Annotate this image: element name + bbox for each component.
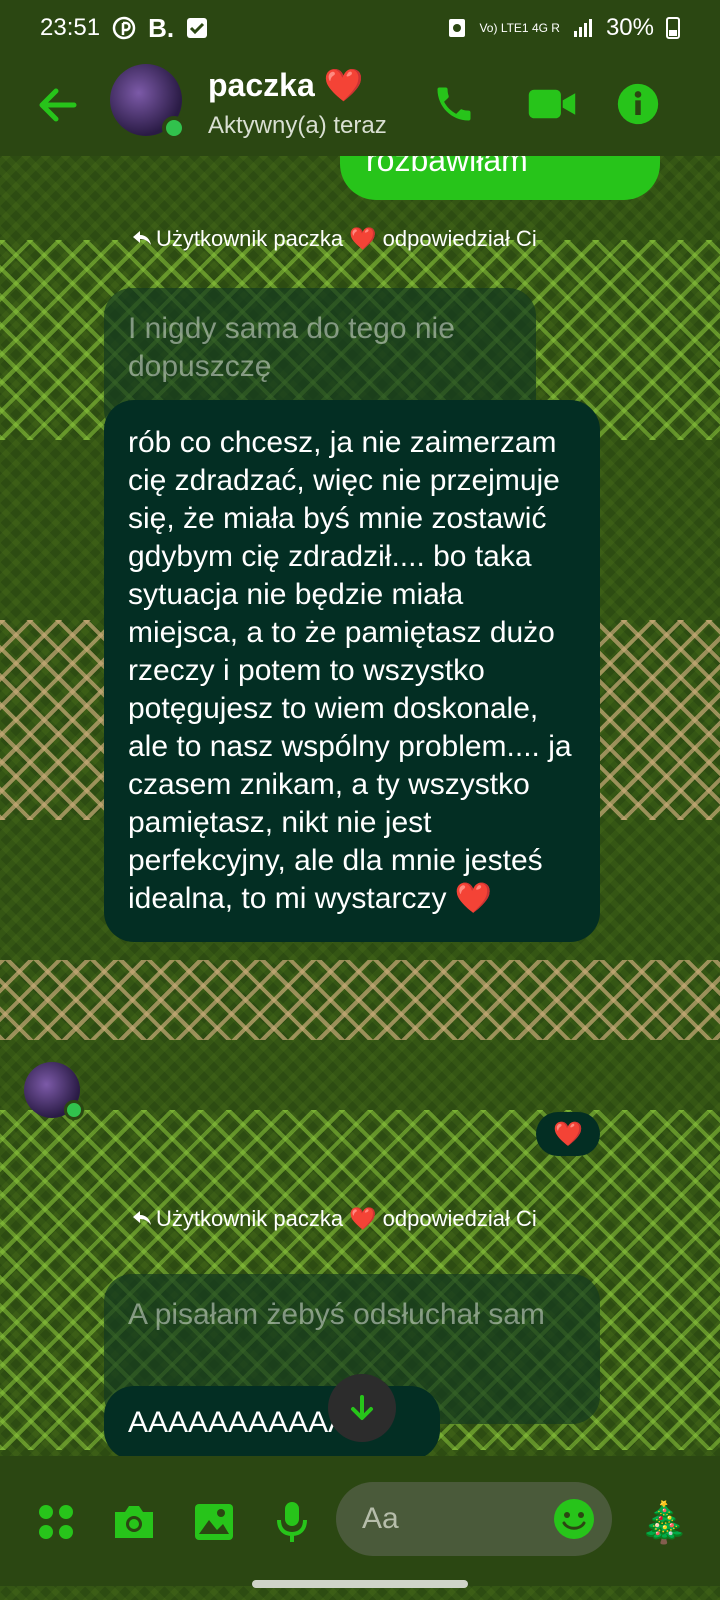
back-arrow-icon[interactable] xyxy=(34,82,80,128)
booking-icon: B. xyxy=(148,12,175,43)
clock: 23:51 xyxy=(40,14,101,41)
info-icon[interactable] xyxy=(612,78,664,130)
outgoing-message[interactable]: rozbawiłam xyxy=(340,156,660,200)
contact-avatar[interactable] xyxy=(110,64,186,140)
heart-reaction[interactable]: ❤️ xyxy=(536,1112,600,1156)
message-input[interactable]: Aa xyxy=(336,1482,612,1556)
reply-arrow-icon xyxy=(132,1204,156,1234)
contact-name[interactable]: paczka ❤️ xyxy=(208,66,363,104)
reply-indicator: Użytkownik paczka ❤️ odpowiedział Ci xyxy=(132,1204,592,1234)
incoming-message[interactable]: rób co chcesz, ja nie zaimerzam cię zdra… xyxy=(104,400,600,942)
chat-header: paczka ❤️ Aktywny(a) teraz xyxy=(0,56,720,156)
sender-avatar[interactable] xyxy=(24,1062,84,1120)
home-gesture-bar[interactable] xyxy=(252,1580,468,1588)
phone-call-icon[interactable] xyxy=(428,78,480,130)
battery-icon xyxy=(666,17,680,39)
reply-arrow-icon xyxy=(132,224,156,254)
camera-icon[interactable] xyxy=(110,1498,158,1546)
message-list[interactable]: rozbawiłam Użytkownik paczka ❤️ odpowied… xyxy=(0,156,720,1456)
network-indicator: Vo) LTE1 4G R xyxy=(479,21,560,35)
gallery-icon[interactable] xyxy=(190,1498,238,1546)
message-composer: Aa 🎄 xyxy=(0,1456,720,1586)
microphone-icon[interactable] xyxy=(268,1498,316,1546)
online-indicator xyxy=(64,1100,84,1120)
pinterest-icon xyxy=(112,16,136,40)
video-call-icon[interactable] xyxy=(526,78,578,130)
data-saver-icon xyxy=(447,17,467,39)
online-indicator xyxy=(162,116,186,140)
christmas-tree-sticker[interactable]: 🎄 xyxy=(639,1498,689,1546)
contact-status: Aktywny(a) teraz xyxy=(208,112,387,139)
menu-dots-icon[interactable] xyxy=(32,1498,80,1546)
arrow-down-icon xyxy=(351,1395,373,1420)
check-box-icon xyxy=(186,17,208,39)
battery-percent: 30% xyxy=(605,14,654,41)
scroll-to-bottom-button[interactable] xyxy=(328,1374,396,1442)
emoji-icon[interactable] xyxy=(552,1497,596,1541)
status-bar: 23:51 B. Vo) LTE1 4G R 30% xyxy=(0,0,720,56)
reply-indicator: Użytkownik paczka ❤️ odpowiedział Ci xyxy=(132,224,592,254)
signal-icon xyxy=(572,17,594,39)
